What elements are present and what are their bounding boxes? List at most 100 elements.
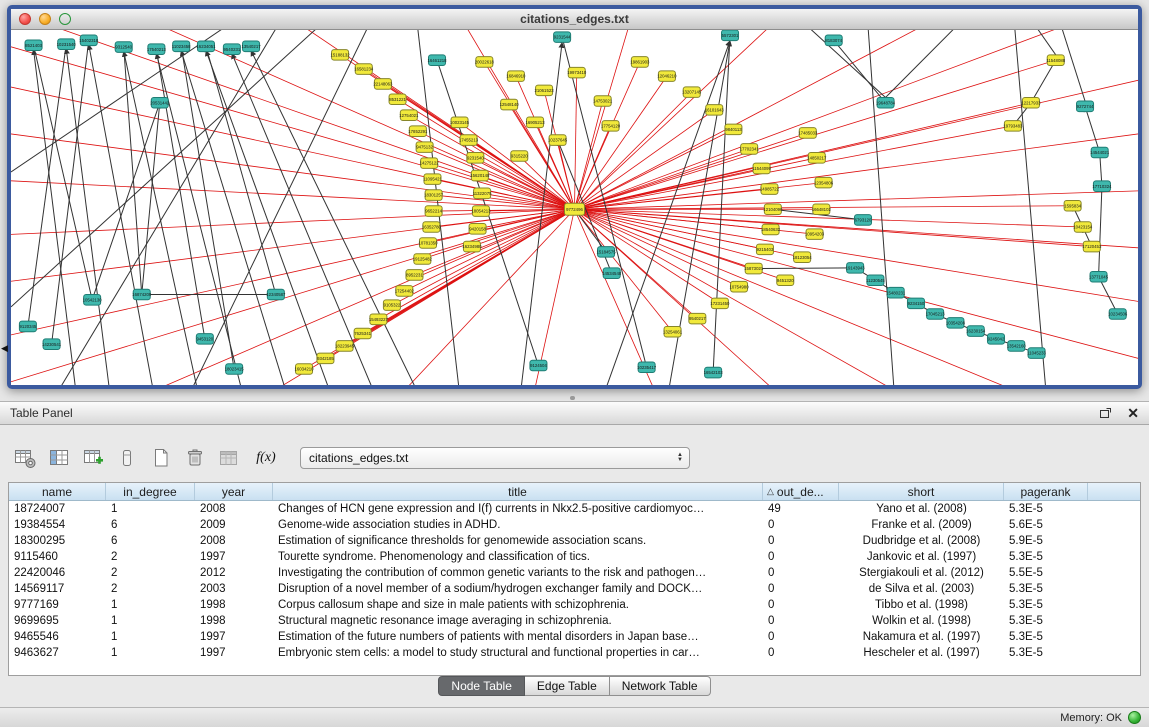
graph-node[interactable]: 17754120	[601, 121, 621, 132]
graph-node[interactable]: 19793483	[1003, 121, 1023, 132]
graph-node[interactable]: 17710324	[1092, 181, 1112, 192]
select-columns-button[interactable]	[46, 445, 72, 471]
column-header-year[interactable]: year	[195, 483, 273, 500]
graph-node[interactable]: 9120345	[19, 321, 36, 332]
graph-node[interactable]: 9420158	[469, 224, 486, 235]
graph-node[interactable]: 15184575	[597, 247, 617, 258]
graph-node[interactable]: 19648784	[876, 97, 896, 108]
graph-node[interactable]: 18123054	[793, 252, 813, 263]
column-header-name[interactable]: name	[9, 483, 106, 500]
graph-node[interactable]: 21061523	[535, 85, 555, 96]
graph-node[interactable]: 9272744	[1077, 101, 1094, 112]
graph-node[interactable]: 9124504	[530, 360, 547, 371]
graph-node[interactable]: 13542160	[1007, 341, 1027, 352]
graph-node[interactable]: 12548140	[500, 99, 520, 110]
column-header-title[interactable]: title	[273, 483, 763, 500]
network-window[interactable]: citations_edges.txt 15188132165812342214…	[7, 5, 1142, 389]
graph-node[interactable]: 8952231	[406, 270, 423, 281]
graph-node[interactable]: 5572301	[722, 30, 739, 41]
delete-table-button[interactable]	[182, 445, 208, 471]
zoom-window-button[interactable]	[59, 13, 71, 25]
graph-node[interactable]: 11095421	[423, 174, 442, 185]
table-row[interactable]: 1872400712008Changes of HCN gene express…	[9, 501, 1140, 517]
tab-node-table[interactable]: Node Table	[438, 676, 525, 696]
graph-node[interactable]: 9315220	[511, 151, 528, 162]
tab-edge-table[interactable]: Edge Table	[525, 676, 610, 696]
graph-node[interactable]: 7625341	[354, 328, 371, 339]
graph-node[interactable]: 8531221	[389, 94, 406, 105]
graph-node[interactable]: 11544099	[752, 163, 771, 174]
graph-node[interactable]: 12354806	[814, 177, 834, 188]
table-row[interactable]: 969969511998Structural magnetic resonanc…	[9, 613, 1140, 629]
graph-node[interactable]: 14850217	[807, 153, 827, 164]
graph-node[interactable]: 17231450	[710, 298, 730, 309]
table-row[interactable]: 2242004622012Investigating the contribut…	[9, 565, 1140, 581]
graph-node[interactable]: 9475132	[416, 142, 433, 153]
graph-node[interactable]: 9231544	[554, 32, 571, 43]
graph-node[interactable]: 17540213	[147, 44, 167, 55]
graph-node[interactable]: 12046210	[657, 71, 677, 82]
graph-node[interactable]: 10354208	[946, 318, 966, 329]
graph-node[interactable]: 10023145	[450, 117, 470, 128]
graph-node[interactable]: 18023415	[225, 364, 245, 375]
graph-node[interactable]: 12104096	[763, 204, 783, 215]
graph-node[interactable]: 16234051	[196, 41, 216, 52]
tab-network-table[interactable]: Network Table	[610, 676, 711, 696]
graph-node[interactable]: 16230154	[966, 326, 986, 337]
table-row[interactable]: 1830029562008Estimation of significance …	[9, 533, 1140, 549]
window-titlebar[interactable]: citations_edges.txt	[11, 9, 1138, 30]
column-header-in_degree[interactable]: in_degree	[106, 483, 195, 500]
graph-node[interactable]: 9540231	[223, 44, 240, 55]
table-selector-combobox[interactable]: citations_edges.txt ▲▼	[300, 447, 690, 469]
graph-node[interactable]: 17485033	[798, 128, 818, 139]
graph-node[interactable]: 1595834	[1064, 200, 1081, 211]
graph-node[interactable]: 9105322	[383, 300, 400, 311]
table-options-button[interactable]	[12, 445, 38, 471]
graph-node[interactable]: 12217933	[1021, 97, 1041, 108]
graph-node[interactable]: 11045233	[1027, 348, 1046, 359]
graph-node[interactable]: 8521403	[25, 40, 42, 51]
float-panel-button[interactable]	[1099, 406, 1113, 420]
graph-node[interactable]: 13771045	[1089, 271, 1109, 282]
graph-node[interactable]: 10235417	[637, 362, 657, 373]
graph-node[interactable]: 9231540	[467, 153, 484, 164]
graph-node[interactable]: 17120453	[1082, 241, 1102, 252]
graph-node[interactable]: 16648102	[812, 204, 832, 215]
graph-node[interactable]: 14544021	[1090, 147, 1110, 158]
graph-node[interactable]: 13540217	[242, 41, 262, 52]
column-header-out_degree[interactable]: △out_de...	[763, 483, 839, 500]
graph-node[interactable]: 16846910	[506, 71, 526, 82]
graph-node[interactable]: 16101643	[705, 105, 725, 116]
table-row[interactable]: 946554611997Estimation of the future num…	[9, 629, 1140, 645]
graph-node[interactable]: 15188132	[331, 50, 351, 61]
graph-node[interactable]: 11023458	[172, 41, 191, 52]
graph-node[interactable]: 17852291	[408, 126, 428, 137]
graph-node[interactable]: 17455213	[459, 135, 479, 146]
import-table-button[interactable]	[216, 445, 242, 471]
graph-node[interactable]: 9772496	[564, 203, 584, 215]
table-row[interactable]: 1456911722003Disruption of a novel membe…	[9, 581, 1140, 597]
graph-node[interactable]: 16461218	[427, 55, 447, 66]
graph-node[interactable]: 15402318	[79, 35, 99, 46]
graph-node[interactable]: 9342185	[317, 353, 334, 364]
graph-node[interactable]: 9234150	[907, 298, 924, 309]
graph-node[interactable]: 10954203	[805, 229, 825, 240]
graph-node[interactable]: 10231540	[57, 39, 77, 50]
graph-node[interactable]: 9312540	[115, 42, 132, 53]
graph-node[interactable]: 9451320	[777, 275, 794, 286]
new-table-button[interactable]	[148, 445, 174, 471]
graph-node[interactable]: 16034210	[294, 364, 314, 375]
graph-node[interactable]: 16234980	[462, 241, 482, 252]
graph-node[interactable]: 18301257	[424, 190, 444, 201]
graph-node[interactable]: 12754021	[399, 110, 419, 121]
graph-node[interactable]: 19143943	[846, 263, 866, 274]
close-panel-button[interactable]: ✕	[1127, 406, 1139, 420]
graph-node[interactable]: 18054213	[471, 206, 491, 217]
graph-node[interactable]: 10542130	[83, 295, 103, 306]
graph-node[interactable]: 17045213	[926, 309, 946, 320]
graph-node[interactable]: 11548088	[1046, 55, 1065, 66]
graph-node[interactable]: 10781350	[418, 238, 438, 249]
graph-node[interactable]: 17702341	[740, 144, 760, 155]
graph-node[interactable]: 10423154	[1073, 222, 1093, 233]
delete-column-button[interactable]	[114, 445, 140, 471]
